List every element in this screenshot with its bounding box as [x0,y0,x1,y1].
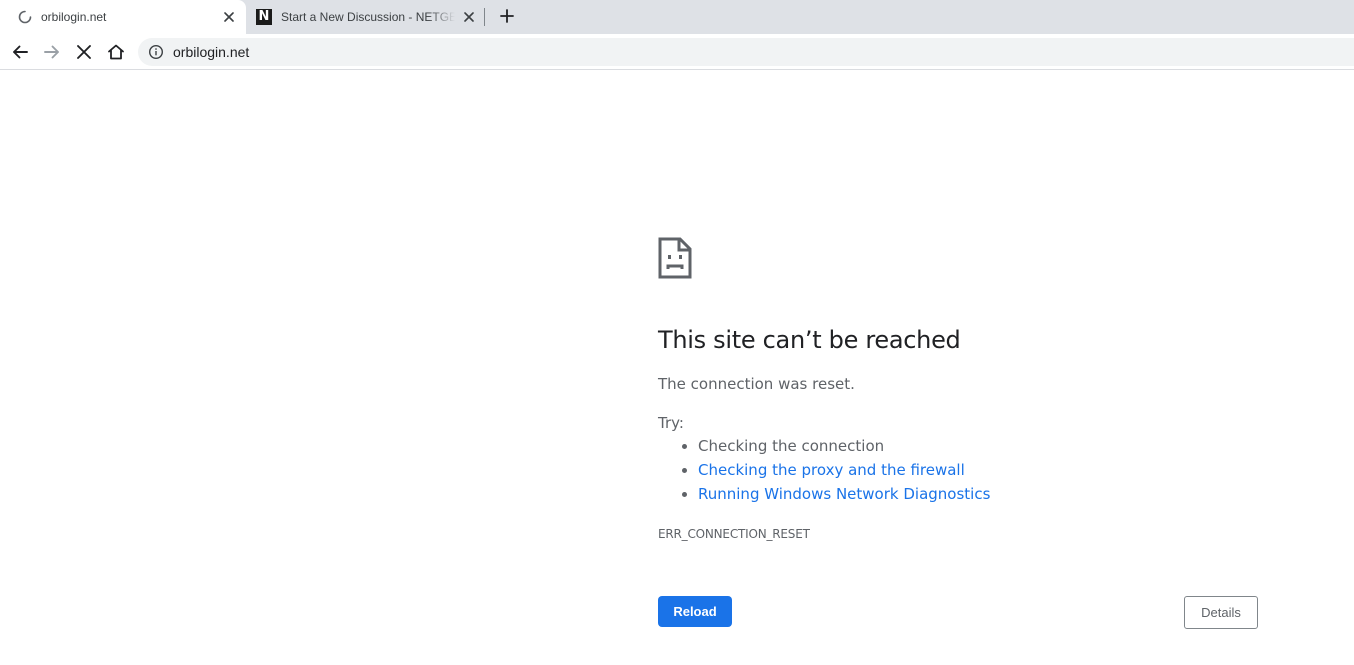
error-code: ERR_CONNECTION_RESET [658,527,810,541]
tab-strip: orbilogin.net N Start a New Discussion -… [0,0,1354,34]
plus-icon [500,9,514,23]
suggestion-check-connection: Checking the connection [698,437,885,455]
address-url[interactable]: orbilogin.net [173,44,249,60]
suggestions-list: Checking the connection Checking the pro… [658,437,990,509]
tab-netgear-discussion[interactable]: N Start a New Discussion - NETGEAR [246,0,486,34]
error-title: This site can’t be reached [658,326,961,354]
reload-button[interactable]: Reload [658,596,732,627]
close-tab-icon[interactable] [461,9,477,25]
suggestion-item: Running Windows Network Diagnostics [698,485,990,509]
browser-toolbar: orbilogin.net [0,34,1354,70]
tab-separator [484,8,485,26]
error-description: The connection was reset. [658,375,855,393]
sad-page-icon [658,237,692,279]
tab-title: orbilogin.net [41,10,107,24]
loading-spinner-icon [18,10,32,24]
details-button[interactable]: Details [1184,596,1258,629]
new-tab-button[interactable] [496,5,518,27]
info-icon[interactable] [148,44,164,60]
tab-title: Start a New Discussion - NETGEAR [281,10,455,24]
back-button[interactable] [8,40,32,64]
home-icon [108,44,124,60]
suggestion-check-proxy-link[interactable]: Checking the proxy and the firewall [698,461,965,479]
close-icon [77,45,91,59]
try-label: Try: [658,414,684,432]
suggestion-network-diagnostics-link[interactable]: Running Windows Network Diagnostics [698,485,990,503]
error-page: This site can’t be reached The connectio… [0,71,1354,665]
close-tab-icon[interactable] [221,9,237,25]
home-button[interactable] [104,40,128,64]
netgear-n-icon: N [256,9,272,25]
arrow-left-icon [13,45,28,59]
suggestion-item: Checking the connection [698,437,990,461]
suggestion-item: Checking the proxy and the firewall [698,461,990,485]
forward-button[interactable] [40,40,64,64]
tab-orbilogin[interactable]: orbilogin.net [0,0,246,34]
address-bar[interactable]: orbilogin.net [138,38,1354,66]
arrow-right-icon [44,45,59,59]
stop-button[interactable] [72,40,96,64]
